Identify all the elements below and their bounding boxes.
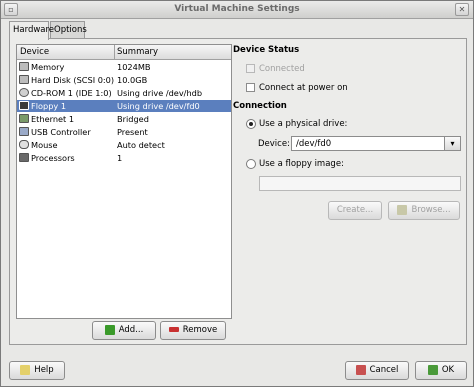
device-summary: Bridged xyxy=(117,114,149,124)
add-icon xyxy=(104,324,115,335)
close-icon[interactable]: ✕ xyxy=(455,3,469,16)
remove-icon xyxy=(168,327,179,332)
list-item[interactable]: Hard Disk (SCSI 0:0) 10.0GB xyxy=(17,74,231,86)
use-physical-drive-label: Use a physical drive: xyxy=(259,119,348,129)
create-button[interactable]: Create... xyxy=(328,201,382,220)
column-summary[interactable]: Summary xyxy=(117,47,158,57)
tab-options[interactable]: Options xyxy=(50,21,87,39)
help-icon xyxy=(20,364,31,375)
column-separator[interactable] xyxy=(114,45,115,60)
ok-button-label: OK xyxy=(441,365,455,375)
connect-at-power-on-label: Connect at power on xyxy=(259,83,348,93)
device-summary: 1 xyxy=(117,153,123,163)
cancel-button[interactable]: Cancel xyxy=(345,361,409,380)
use-floppy-image-label: Use a floppy image: xyxy=(259,159,344,169)
device-summary: Using drive /dev/hdb xyxy=(117,88,203,98)
device-name: Mouse xyxy=(31,140,58,150)
use-floppy-image-radio[interactable] xyxy=(246,159,256,169)
cdrom-icon xyxy=(19,88,29,97)
check-icon xyxy=(427,364,438,375)
column-device[interactable]: Device xyxy=(20,47,49,57)
device-summary: Present xyxy=(117,127,148,137)
browse-button-label: Browse... xyxy=(411,205,451,215)
mouse-icon xyxy=(19,140,29,149)
title-bar[interactable]: ▫ Virtual Machine Settings ✕ xyxy=(1,1,473,19)
connected-checkbox[interactable] xyxy=(246,64,255,73)
usb-icon xyxy=(19,127,29,136)
connected-label: Connected xyxy=(259,64,305,74)
list-item[interactable]: Processors 1 xyxy=(17,152,231,164)
device-name: Floppy 1 xyxy=(31,101,67,111)
browse-button[interactable]: Browse... xyxy=(388,201,460,220)
cancel-icon xyxy=(355,364,366,375)
ok-button[interactable]: OK xyxy=(415,361,467,380)
floppy-image-path-field[interactable] xyxy=(259,176,461,191)
chevron-down-icon[interactable]: ▾ xyxy=(444,137,460,150)
device-name: Memory xyxy=(31,62,65,72)
device-dropdown-value: /dev/fd0 xyxy=(296,139,332,149)
device-summary: 1024MB xyxy=(117,62,151,72)
use-physical-drive-radio[interactable] xyxy=(246,119,256,129)
add-button-label: Add... xyxy=(118,325,144,335)
device-status-heading: Device Status xyxy=(233,45,300,55)
floppy-icon xyxy=(19,101,29,110)
device-dropdown[interactable]: /dev/fd0 ▾ xyxy=(291,136,461,151)
device-name: Ethernet 1 xyxy=(31,114,75,124)
list-item-selected[interactable]: Floppy 1 Using drive /dev/fd0 xyxy=(17,100,231,112)
memory-icon xyxy=(19,62,29,71)
list-item[interactable]: USB Controller Present xyxy=(17,126,231,138)
device-label: Device: xyxy=(258,139,290,149)
device-summary: Auto detect xyxy=(117,140,165,150)
device-summary: Using drive /dev/fd0 xyxy=(117,101,200,111)
vm-settings-window: ▫ Virtual Machine Settings ✕ Hardware Op… xyxy=(0,0,474,387)
remove-button[interactable]: Remove xyxy=(160,321,226,340)
list-item[interactable]: Ethernet 1 Bridged xyxy=(17,113,231,125)
list-header: Device Summary xyxy=(17,45,231,60)
processor-icon xyxy=(19,153,29,162)
connection-heading: Connection xyxy=(233,101,287,111)
device-name: CD-ROM 1 (IDE 1:0) xyxy=(31,88,112,98)
list-item[interactable]: CD-ROM 1 (IDE 1:0) Using drive /dev/hdb xyxy=(17,87,231,99)
device-name: Processors xyxy=(31,153,75,163)
list-item[interactable]: Mouse Auto detect xyxy=(17,139,231,151)
device-name: USB Controller xyxy=(31,127,91,137)
hard-disk-icon xyxy=(19,75,29,84)
window-title: Virtual Machine Settings xyxy=(174,4,300,14)
connect-at-power-on-checkbox[interactable] xyxy=(246,83,255,92)
hardware-panel: Device Summary Memory 1024MB Hard Disk (… xyxy=(9,38,467,345)
help-button-label: Help xyxy=(34,365,54,375)
cancel-button-label: Cancel xyxy=(369,365,399,375)
device-list[interactable]: Device Summary Memory 1024MB Hard Disk (… xyxy=(16,44,232,319)
remove-button-label: Remove xyxy=(182,325,218,335)
add-button[interactable]: Add... xyxy=(92,321,156,340)
device-summary: 10.0GB xyxy=(117,75,148,85)
list-item[interactable]: Memory 1024MB xyxy=(17,61,231,73)
help-button[interactable]: Help xyxy=(9,361,65,380)
ethernet-icon xyxy=(19,114,29,123)
folder-icon xyxy=(397,204,408,215)
device-name: Hard Disk (SCSI 0:0) xyxy=(31,75,115,85)
tab-hardware[interactable]: Hardware xyxy=(9,21,54,40)
